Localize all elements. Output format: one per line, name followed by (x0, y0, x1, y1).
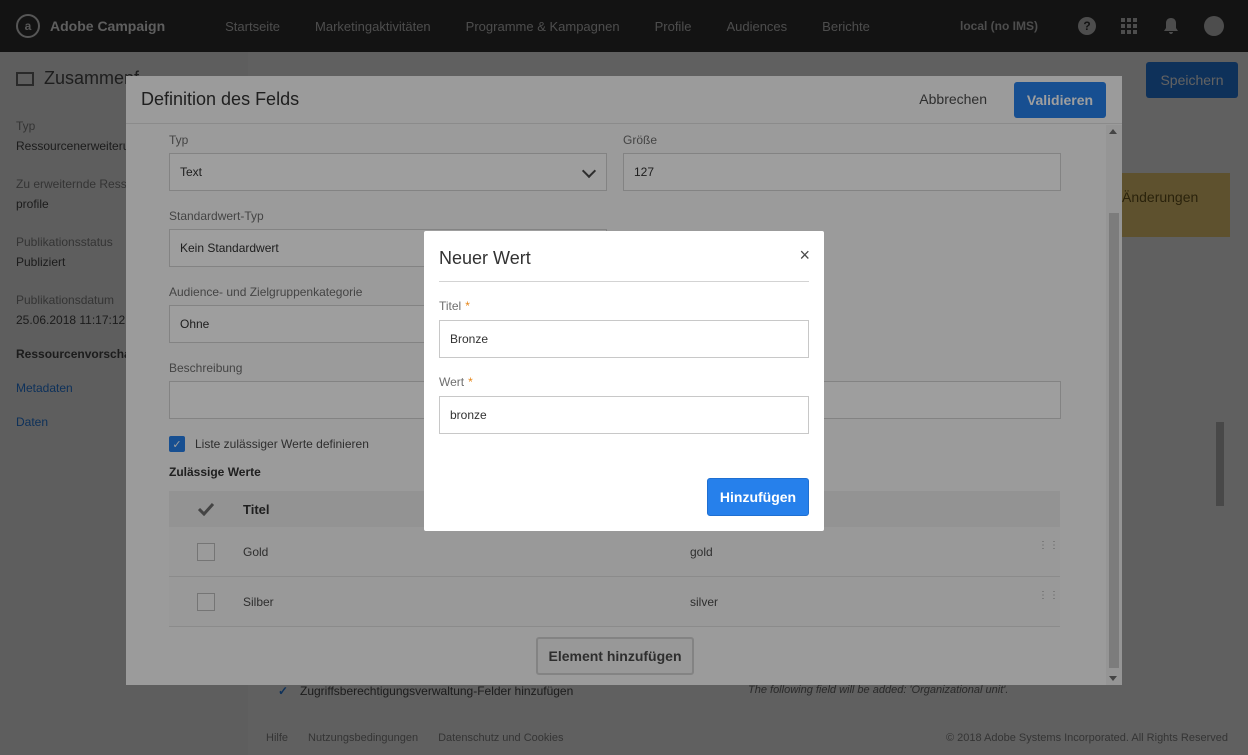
required-marker: * (465, 299, 470, 313)
value-field-label: Wert * (439, 375, 473, 389)
add-button[interactable]: Hinzufügen (707, 478, 809, 516)
value-input-value: bronze (450, 408, 487, 422)
value-label-text: Wert (439, 375, 465, 389)
title-field-label: Titel * (439, 299, 470, 313)
value-input[interactable]: bronze (439, 396, 809, 434)
modal-divider (439, 281, 809, 282)
title-input-value: Bronze (450, 332, 489, 346)
title-label-text: Titel (439, 299, 462, 313)
required-marker: * (468, 375, 473, 389)
new-value-modal: Neuer Wert × Titel * Bronze Wert * bronze … (424, 231, 824, 531)
modal-title: Neuer Wert (439, 248, 531, 268)
close-icon[interactable]: × (799, 245, 810, 266)
title-input[interactable]: Bronze (439, 320, 809, 358)
